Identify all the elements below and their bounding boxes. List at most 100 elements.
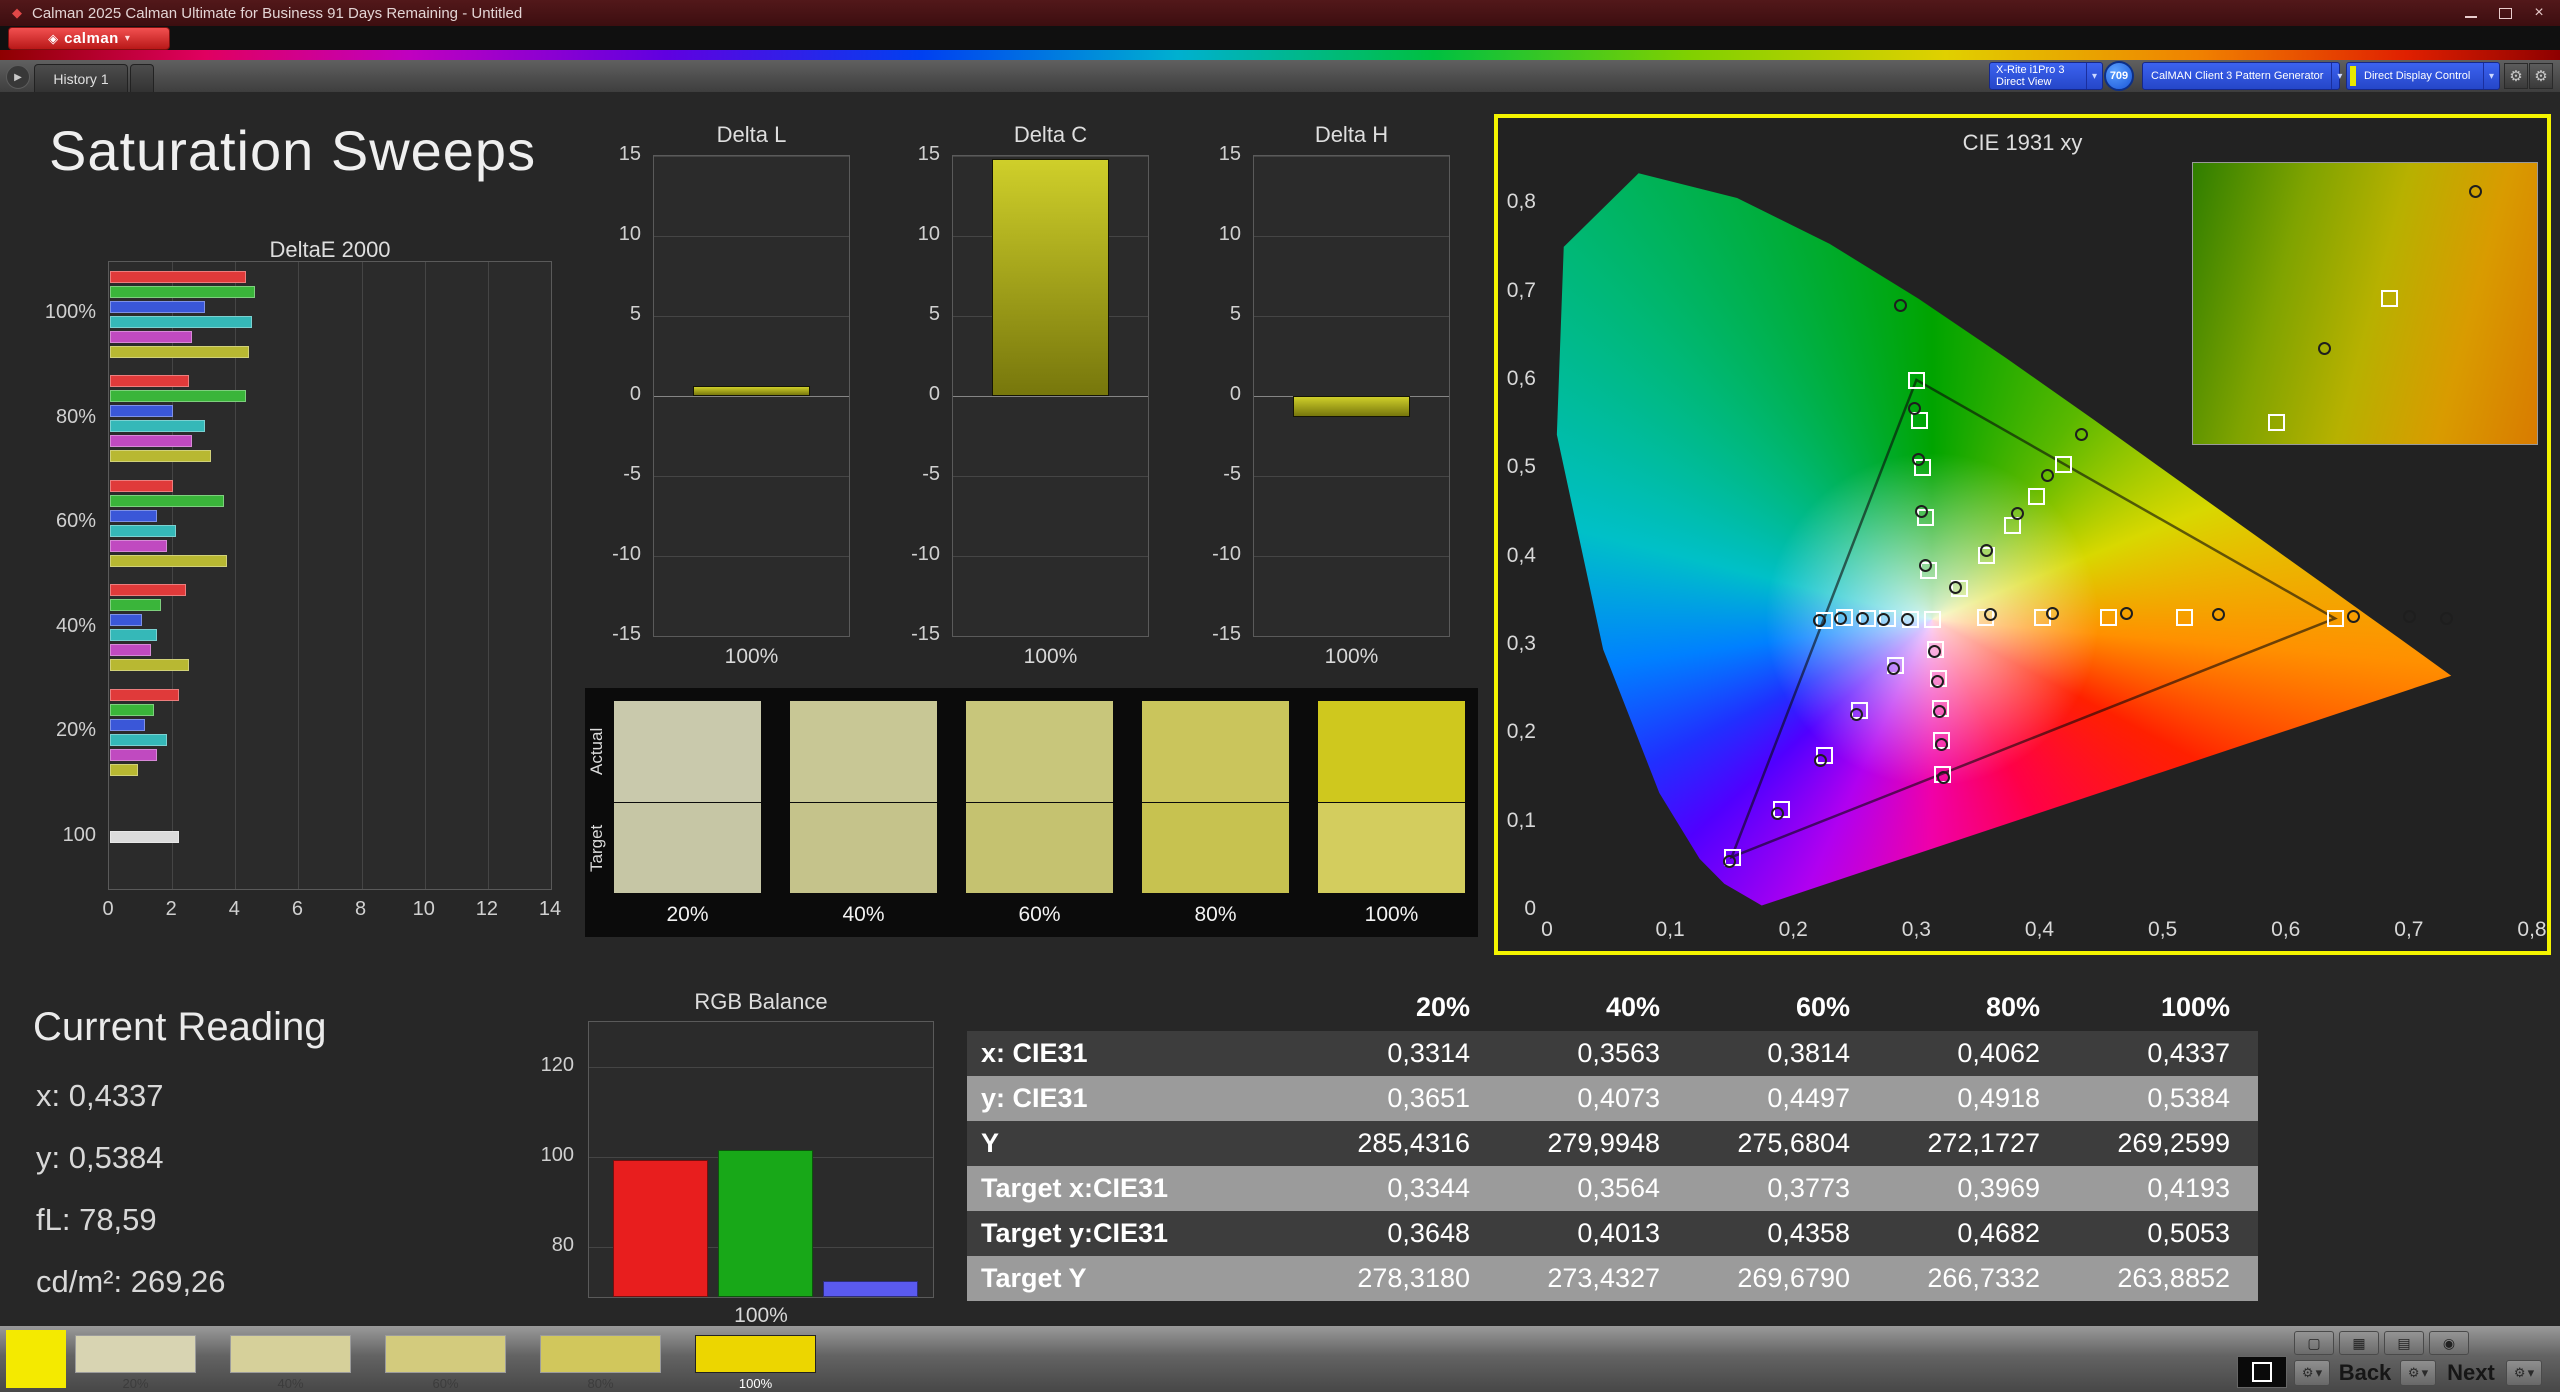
display-icon-button[interactable]: ▢ [2294, 1331, 2334, 1355]
measured-marker [1887, 662, 1900, 675]
table-header: 100% [2068, 983, 2258, 1031]
axis-tick-label: 0,1 [1656, 918, 1685, 942]
back-button[interactable]: Back [2334, 1360, 2396, 1386]
cie-chart-title: CIE 1931 xy [1498, 130, 2547, 156]
measured-marker [2212, 608, 2225, 621]
cie-x-axis: 00,10,20,30,40,50,60,70,8 [1547, 918, 2532, 946]
colorspace-badge[interactable]: 709 [2104, 61, 2134, 91]
history-nav-button[interactable]: ▶ [6, 65, 30, 89]
workflow-options-button[interactable]: ⚙▾ [2506, 1360, 2542, 1386]
printer-icon-button[interactable]: ▤ [2384, 1331, 2424, 1355]
target-swatch [1142, 803, 1289, 893]
pattern-window-button[interactable] [2237, 1356, 2287, 1388]
display-control-selector[interactable]: Direct Display Control ▾ [2346, 62, 2500, 90]
delta-h-title: Delta H [1253, 122, 1450, 148]
target-swatch [790, 803, 937, 893]
next-options-button[interactable]: ⚙▾ [2400, 1360, 2436, 1386]
gridline [654, 396, 849, 397]
gridline [551, 262, 552, 889]
tab-stub[interactable] [130, 64, 154, 92]
table-cell: 0,5384 [2068, 1076, 2258, 1121]
table-header: 60% [1688, 983, 1878, 1031]
delta-e-bar [110, 584, 186, 596]
gridline [654, 476, 849, 477]
delta-e-bar [110, 480, 173, 492]
table-cell: 0,3314 [1308, 1031, 1498, 1076]
table-header: 80% [1878, 983, 2068, 1031]
measured-marker [1901, 613, 1914, 626]
tab-history-1[interactable]: History 1 [34, 64, 128, 92]
bottom-swatch[interactable] [75, 1335, 196, 1373]
meter-selector[interactable]: X-Rite i1Pro 3 Direct View ▾ [1989, 62, 2103, 90]
delta-h-chart [1253, 155, 1450, 637]
table-header-row: 20%40%60%80%100% [967, 983, 2258, 1031]
maximize-button[interactable] [2488, 0, 2522, 26]
bottom-swatch-label: 40% [230, 1376, 351, 1391]
inset-target-marker [2381, 290, 2398, 307]
inset-measured-marker [2469, 185, 2482, 198]
reading-y: y: 0,5384 [36, 1140, 164, 1176]
next-button[interactable]: Next [2440, 1360, 2502, 1386]
delta-e-x-axis: 02468101214 [108, 898, 552, 924]
calman-logo-icon: ◈ [48, 31, 58, 47]
cie-y-axis: 00,10,20,30,40,50,60,70,8 [1498, 159, 1542, 910]
back-options-button[interactable]: ⚙▾ [2294, 1360, 2330, 1386]
target-marker [2100, 609, 2117, 626]
axis-tick-label: 6 [292, 898, 303, 921]
pattern-generator-selector[interactable]: CalMAN Client 3 Pattern Generator ▾ [2142, 62, 2340, 90]
delta-e-bar [110, 420, 205, 432]
calman-menu-button[interactable]: ◈ calman ▾ [8, 27, 170, 50]
rainbow-accent-strip [0, 50, 2560, 60]
gridline [1254, 316, 1449, 317]
row-label: y: CIE31 [967, 1076, 1308, 1121]
table-cell: 272,1727 [1878, 1121, 2068, 1166]
gridline [298, 262, 299, 889]
table-cell: 0,3651 [1308, 1076, 1498, 1121]
delta-e-bar [110, 599, 161, 611]
settings-gear-button[interactable]: ⚙ [2504, 63, 2528, 89]
delta-e-bar [110, 659, 189, 671]
calman-logo-text: calman [64, 30, 119, 47]
eye-icon-button[interactable]: ◉ [2429, 1331, 2469, 1355]
meter-line1: X-Rite i1Pro 3 [1996, 64, 2064, 76]
axis-tick-label: 8 [355, 898, 366, 921]
page-title: Saturation Sweeps [49, 118, 536, 183]
keypad-icon-button[interactable]: ▦ [2339, 1331, 2379, 1355]
reading-x: x: 0,4337 [36, 1078, 164, 1114]
delta-e-bar [110, 525, 176, 537]
table-cell: 263,8852 [2068, 1256, 2258, 1301]
rgb-balance-chart [588, 1021, 934, 1298]
delta-l-title: Delta L [653, 122, 850, 148]
bottom-swatch[interactable] [385, 1335, 506, 1373]
swatch-label: 60% [966, 903, 1113, 927]
minimize-button[interactable] [2454, 0, 2488, 26]
cie-diagram-panel: CIE 1931 xy 00,10,20,30,40,50,60,70,8 00… [1494, 114, 2551, 955]
bottom-swatch[interactable] [695, 1335, 816, 1373]
delta-e-bar [110, 450, 211, 462]
gridline [953, 636, 1148, 637]
table-cell: 0,4062 [1878, 1031, 2068, 1076]
gridline [425, 262, 426, 889]
actual-swatch [790, 701, 937, 802]
measured-marker [1877, 613, 1890, 626]
axis-tick-label: 5 [894, 303, 940, 326]
bottom-swatch[interactable] [540, 1335, 661, 1373]
rgb-balance-title: RGB Balance [588, 989, 934, 1015]
table-cell: 0,4193 [2068, 1166, 2258, 1211]
settings-gear-button-2[interactable]: ⚙ [2529, 63, 2553, 89]
row-label: Target x:CIE31 [967, 1166, 1308, 1211]
axis-tick-label: -10 [595, 543, 641, 566]
delta-e-bar [110, 375, 189, 387]
bottom-swatch[interactable] [230, 1335, 351, 1373]
measured-marker [1834, 612, 1847, 625]
table-row: y: CIE310,36510,40730,44970,49180,5384 [967, 1076, 2258, 1121]
table-cell: 0,4013 [1498, 1211, 1688, 1256]
axis-tick-label: 0,5 [2148, 918, 2177, 942]
table-cell: 0,4073 [1498, 1076, 1688, 1121]
axis-tick-label: 0,7 [1492, 279, 1536, 303]
close-button[interactable]: × [2522, 0, 2556, 26]
blue-bar [823, 1281, 918, 1297]
axis-tick-label: 0,8 [1492, 190, 1536, 214]
axis-tick-label: 0 [1195, 383, 1241, 406]
actual-swatch [966, 701, 1113, 802]
